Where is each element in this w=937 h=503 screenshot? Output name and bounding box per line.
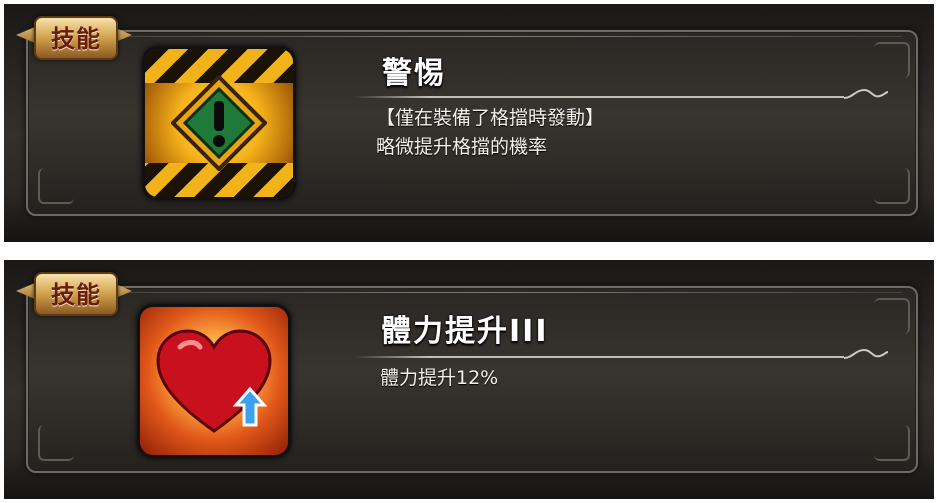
skill-badge-label: 技能 bbox=[51, 23, 101, 53]
corner-ornament bbox=[874, 298, 910, 334]
description-line: 體力提升12% bbox=[380, 367, 499, 389]
corner-ornament bbox=[874, 42, 910, 78]
corner-ornament bbox=[38, 425, 74, 461]
frame-highlight bbox=[88, 36, 902, 37]
title-divider bbox=[354, 356, 844, 358]
corner-ornament bbox=[874, 425, 910, 461]
skill-description: 體力提升12% bbox=[380, 364, 498, 393]
skill-title: 警惕 bbox=[382, 56, 446, 91]
skill-description: 【僅在裝備了格擋時發動】 略微提升格擋的機率 bbox=[376, 104, 604, 162]
skill-card-1: 技能 警惕 【僅在裝備了格擋時發動】 略微提升格擋的機率 bbox=[4, 4, 934, 242]
description-line: 略微提升格擋的機率 bbox=[376, 136, 548, 158]
warning-sign-icon bbox=[142, 46, 296, 200]
skill-title: 體力提升III bbox=[381, 314, 549, 349]
divider-flourish-icon bbox=[843, 88, 889, 99]
corner-ornament bbox=[874, 168, 910, 204]
description-line: 【僅在裝備了格擋時發動】 bbox=[376, 107, 605, 129]
skill-card-2: 技能 體力提升III 體力提升12% bbox=[4, 260, 934, 499]
skill-badge-label: 技能 bbox=[51, 279, 101, 309]
skill-badge: 技能 bbox=[14, 12, 134, 60]
title-divider bbox=[354, 96, 844, 98]
corner-ornament bbox=[38, 168, 74, 204]
skill-badge: 技能 bbox=[14, 268, 134, 316]
frame-highlight bbox=[88, 292, 902, 293]
divider-flourish-icon bbox=[843, 348, 889, 359]
heart-up-arrow-icon bbox=[137, 304, 291, 458]
